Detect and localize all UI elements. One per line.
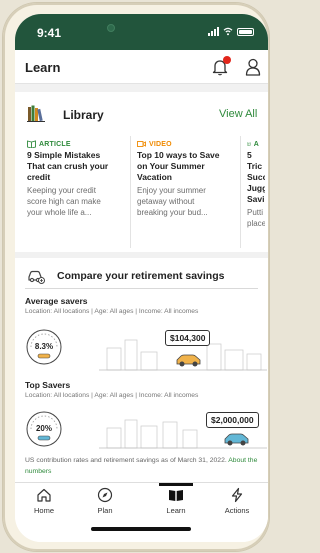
retirement-card: Compare your retirement savings Average …	[15, 258, 268, 482]
article-desc-line: getaway without	[137, 197, 195, 206]
footnote-text: US contribution rates and retirement sav…	[25, 457, 227, 464]
tab-learn[interactable]: Learn	[151, 487, 201, 515]
article-title: 5 Tric Succ Jugg Savi	[247, 150, 265, 205]
average-rate: 8.3%	[34, 342, 54, 351]
article-desc-line: breaking your bud...	[137, 208, 208, 217]
blue-car-icon	[224, 433, 249, 446]
article-title-line: That can crush your	[27, 161, 109, 171]
battery-icon	[237, 28, 254, 36]
top-savers-filters: Location: All locations | Age: All ages …	[25, 392, 199, 399]
wifi-icon	[223, 27, 233, 36]
home-indicator	[91, 527, 191, 531]
article-desc-line: Putti	[247, 208, 264, 217]
learn-content[interactable]: Library View All ARTICLE 9 Simple Mistak…	[15, 84, 268, 482]
retirement-footnote: US contribution rates and retirement sav…	[25, 455, 260, 477]
notification-badge	[223, 56, 231, 64]
top-savers-title: Top Savers	[25, 380, 71, 390]
article-card[interactable]: ARTICLE 9 Simple Mistakes That can crush …	[21, 136, 131, 248]
article-card-partial[interactable]: A 5 Tric Succ Jugg Savi Putti place	[241, 136, 265, 248]
app-header: Learn	[15, 50, 268, 84]
article-desc-line: your whole life a...	[27, 208, 92, 217]
compass-icon	[97, 487, 113, 503]
library-card: Library View All ARTICLE 9 Simple Mistak…	[15, 92, 268, 252]
car-icon	[28, 270, 45, 284]
status-bar: 9:41	[15, 14, 268, 50]
library-articles[interactable]: ARTICLE 9 Simple Mistakes That can crush …	[21, 136, 265, 248]
article-description: Enjoy your summer getaway without breaking…	[137, 185, 234, 218]
phone-screen: 9:41 Learn Library View All ARTICLE 9 Si…	[15, 14, 268, 542]
tab-plan-label: Plan	[97, 506, 113, 515]
article-title-line: Succ	[247, 172, 265, 182]
article-title-line: Savi	[247, 194, 265, 204]
active-tab-indicator	[159, 483, 193, 486]
article-title-line: 9 Simple Mistakes	[27, 150, 101, 160]
article-title-line: credit	[27, 172, 51, 182]
tab-actions[interactable]: Actions	[212, 487, 262, 515]
average-savers-title: Average savers	[25, 296, 88, 306]
front-camera	[107, 24, 115, 32]
section-divider	[25, 288, 258, 289]
article-description: Putti place	[247, 207, 265, 229]
article-title-line: 5 Tric	[247, 150, 263, 171]
book-icon	[169, 490, 183, 501]
tab-learn-label: Learn	[166, 506, 186, 515]
tab-home[interactable]: Home	[19, 487, 69, 515]
article-title-line: on Your Summer	[137, 161, 205, 171]
retirement-title: Compare your retirement savings	[57, 270, 225, 282]
book-open-icon	[247, 142, 251, 146]
article-tag-label: A	[253, 140, 259, 148]
article-desc-line: place	[247, 219, 265, 228]
view-all-link[interactable]: View All	[219, 108, 257, 120]
average-savers-filters: Location: All locations | Age: All ages …	[25, 308, 199, 315]
article-tag: A	[247, 140, 259, 148]
book-open-icon	[27, 140, 36, 148]
article-desc-line: Keeping your credit	[27, 186, 96, 195]
status-time: 9:41	[37, 26, 62, 40]
signal-icon	[208, 27, 219, 36]
home-icon	[37, 488, 51, 502]
article-description: Keeping your credit score high can make yo…	[27, 185, 124, 218]
article-title: Top 10 ways to Save on Your Summer Vacatio…	[137, 150, 234, 183]
library-books-icon	[27, 105, 45, 122]
article-title-line: Jugg	[247, 183, 265, 193]
article-card[interactable]: VIDEO Top 10 ways to Save on Your Summer V…	[131, 136, 241, 248]
top-savings-amount: $2,000,000	[206, 412, 259, 428]
article-title-line: Vacation	[137, 172, 172, 182]
tab-home-label: Home	[33, 506, 54, 515]
top-rate: 20%	[35, 424, 52, 433]
article-desc-line: Enjoy your summer	[137, 186, 206, 195]
bottom-tab-bar: Home Plan Learn Actions	[15, 482, 268, 542]
lightning-icon	[231, 487, 243, 503]
article-tag-label: ARTICLE	[39, 140, 71, 148]
system-icons	[208, 27, 254, 36]
article-title: 9 Simple Mistakes That can crush your cred…	[27, 150, 124, 183]
library-title: Library	[63, 108, 104, 122]
phone-frame: 9:41 Learn Library View All ARTICLE 9 Si…	[3, 3, 269, 551]
video-tag-label: VIDEO	[149, 140, 172, 148]
tab-actions-label: Actions	[224, 506, 250, 515]
average-savings-amount: $104,300	[165, 330, 211, 346]
video-icon	[137, 141, 146, 147]
orange-car-icon	[176, 354, 201, 367]
article-desc-line: score high can make	[27, 197, 101, 206]
article-tag: ARTICLE	[27, 140, 124, 148]
profile-icon[interactable]	[245, 58, 261, 76]
page-title: Learn	[25, 60, 61, 75]
tab-plan[interactable]: Plan	[80, 487, 130, 515]
video-tag: VIDEO	[137, 140, 234, 148]
article-title-line: Top 10 ways to Save	[137, 150, 220, 160]
